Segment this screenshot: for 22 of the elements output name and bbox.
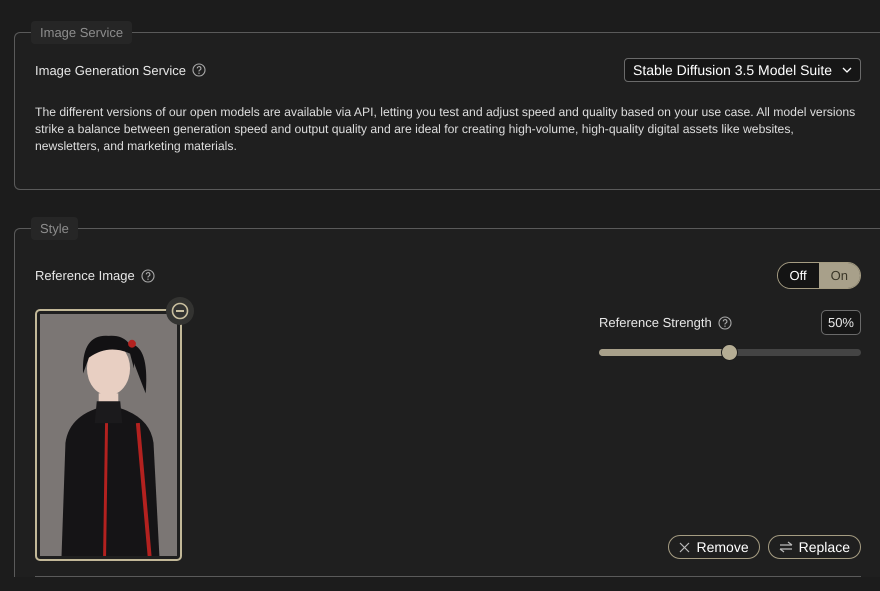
close-icon — [679, 542, 690, 552]
description-text: The different versions of our open models are available via API, letting you test and adjust speed and quality based on your use case. All model versions strike a balance between generation speed and output quality and are ideal for creating high-volume, high-quality digital assets like websites, newsletters, and marketing materials. — [35, 104, 856, 155]
remove-image-button[interactable] — [166, 297, 194, 325]
slider[interactable] — [599, 344, 861, 361]
value-field[interactable]: 50% — [820, 310, 861, 335]
toggle-option[interactable]: On — [818, 263, 860, 288]
field-label: Image Generation Service — [35, 62, 186, 78]
chevron-down-icon — [842, 67, 852, 73]
section-title: Image Service — [31, 21, 132, 44]
minus-circle-icon — [171, 302, 189, 320]
field-label: Reference Image — [35, 268, 135, 283]
remove-button[interactable]: Remove — [668, 535, 760, 559]
service-dropdown[interactable]: Stable Diffusion 3.5 Model Suite — [624, 58, 861, 82]
replace-button[interactable]: Replace — [768, 535, 861, 559]
toggle-option[interactable]: Off — [778, 263, 819, 288]
swap-arrows-icon — [778, 541, 793, 553]
help-icon[interactable] — [718, 316, 732, 330]
help-icon[interactable] — [192, 63, 206, 77]
slider-thumb[interactable] — [721, 344, 738, 361]
help-icon[interactable] — [140, 268, 155, 282]
field-label: Reference Strength — [599, 315, 712, 330]
section-title: Style — [31, 217, 78, 240]
